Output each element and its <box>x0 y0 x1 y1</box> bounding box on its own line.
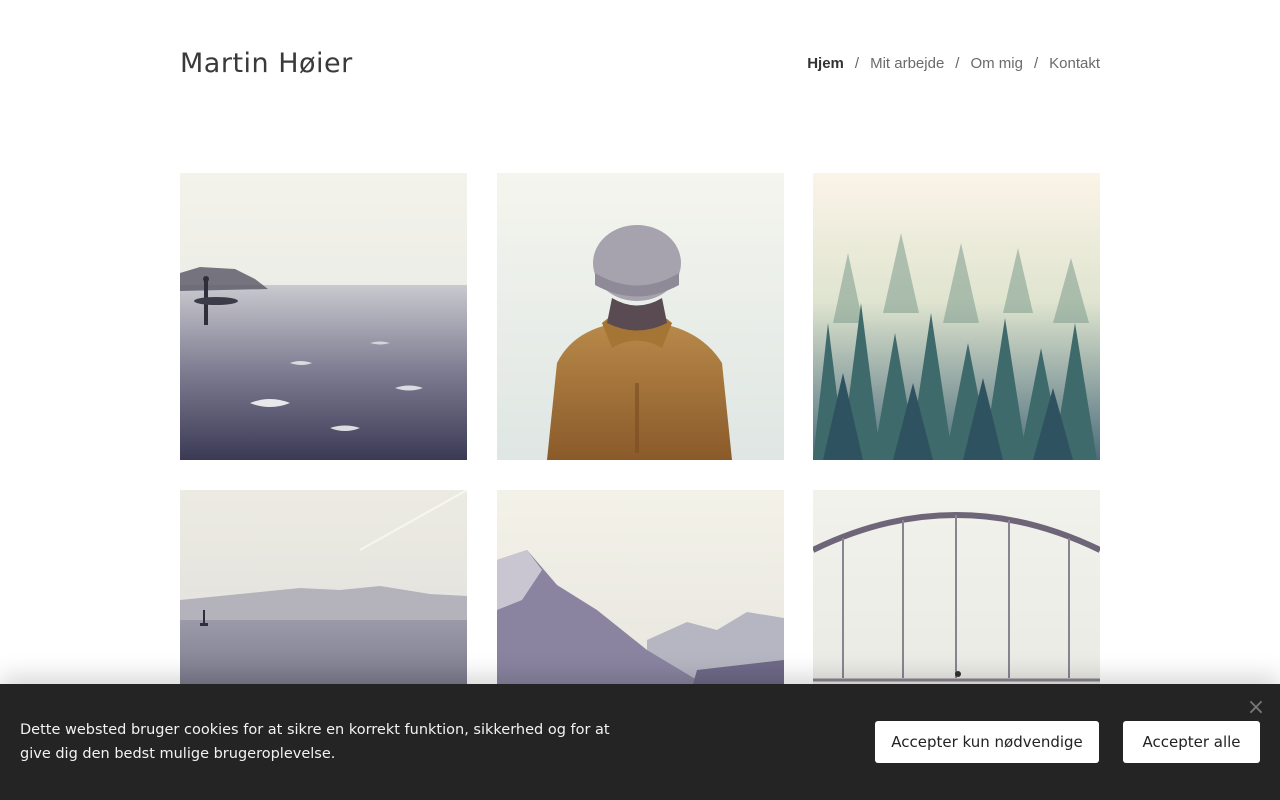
nav-separator: / <box>1033 55 1039 72</box>
close-icon[interactable]: × <box>1246 697 1266 719</box>
nav-item-om-mig[interactable]: Om mig <box>970 55 1023 72</box>
accept-necessary-button[interactable]: Accepter kun nødvendige <box>875 721 1099 763</box>
foggy-forest-photo <box>813 173 1100 460</box>
surfer-beach-photo <box>180 173 467 460</box>
nav-item-hjem[interactable]: Hjem <box>807 55 844 72</box>
nav-separator: / <box>854 55 860 72</box>
main-nav: Hjem / Mit arbejde / Om mig / Kontakt <box>807 55 1100 72</box>
nav-item-mit-arbejde[interactable]: Mit arbejde <box>870 55 944 72</box>
site-logo[interactable]: Martin Høier <box>180 48 353 79</box>
site-header: Martin Høier Hjem / Mit arbejde / Om mig… <box>180 44 1100 88</box>
gallery-tile-surfer-beach[interactable] <box>180 173 467 460</box>
cookie-message: Dette websted bruger cookies for at sikr… <box>20 722 610 762</box>
gallery-tile-foggy-forest[interactable] <box>813 173 1100 460</box>
nav-separator: / <box>955 55 960 72</box>
nav-item-kontakt[interactable]: Kontakt <box>1049 55 1100 72</box>
cookie-banner: Dette websted bruger cookies for at sikr… <box>0 684 1280 800</box>
beanie-hood-photo <box>497 173 784 460</box>
gallery-tile-beanie-hood[interactable] <box>497 173 784 460</box>
accept-all-button[interactable]: Accepter alle <box>1123 721 1260 763</box>
